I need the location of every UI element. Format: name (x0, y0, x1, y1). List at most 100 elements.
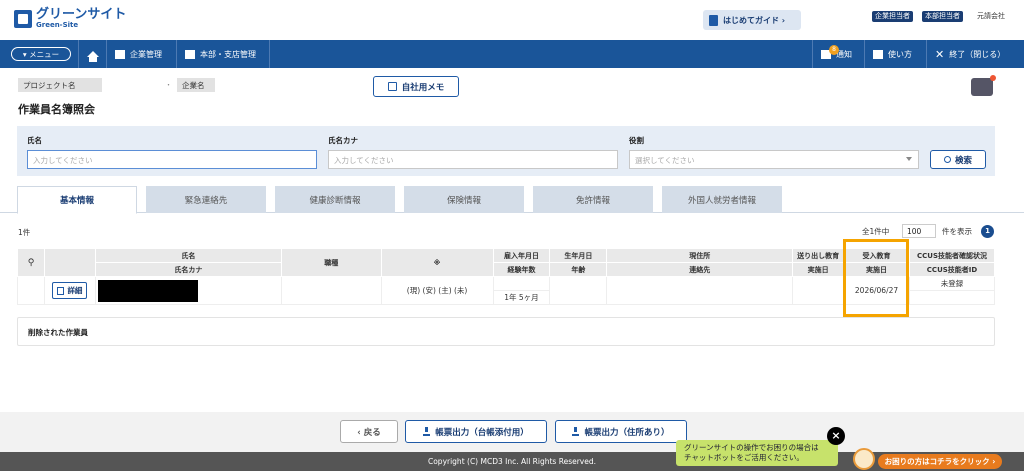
nav-branch-management[interactable]: 本部・支店管理 (176, 40, 270, 68)
name-input[interactable]: 入力してください (27, 150, 317, 169)
birthdate-cell (549, 276, 608, 305)
logo-text: グリーンサイト (36, 7, 127, 22)
tab-basic-info[interactable]: 基本情報 (17, 186, 137, 214)
column-header-kana: 氏名カナ (94, 262, 282, 277)
help-book-icon (873, 49, 883, 59)
nav-usage-label: 使い方 (888, 49, 912, 59)
nav-notifications[interactable]: 通知 (812, 40, 864, 68)
export-address-label: 帳票出力（住所あり） (584, 427, 670, 438)
tab-health-check[interactable]: 健康診断情報 (275, 186, 395, 213)
flags-cell: (現) (安) (主) (未) (380, 276, 494, 305)
ccus-status-cell: 未登録 (909, 276, 995, 291)
per-page-select[interactable]: 100 (902, 224, 936, 238)
occupation-cell (280, 276, 382, 305)
tab-license[interactable]: 免許情報 (533, 186, 653, 213)
logo[interactable]: グリーンサイト Green-Site (14, 8, 126, 29)
logo-mark-icon (14, 9, 32, 28)
address-cell (606, 276, 794, 305)
branch-icon (185, 49, 195, 59)
table-row: 詳細 (現) (安) (主) (未) 2026/06/27 未登録 (17, 276, 995, 305)
column-header-contact: 連絡先 (606, 262, 794, 277)
ccus-id-cell (909, 290, 995, 305)
nav-exit[interactable]: ✕ 終了（閉じる） (926, 40, 1024, 68)
help-button[interactable]: お困りの方はコチラをクリック › (878, 454, 1002, 469)
building-icon (115, 49, 125, 59)
column-header-name: 氏名 (94, 248, 282, 263)
row-detail-cell: 詳細 (43, 276, 96, 305)
download-icon (572, 427, 580, 436)
nav-usage[interactable]: 使い方 (864, 40, 926, 68)
row-select-cell (17, 276, 45, 305)
book-icon (709, 14, 718, 26)
page-number-button[interactable]: 1 (981, 225, 994, 238)
table-header-row: ⚲ 氏名 職種 ※ 雇入年月日 生年月日 現住所 送り出し教育 受入教育 CCU… (17, 248, 995, 277)
search-button[interactable]: 検索 (930, 150, 986, 169)
memo-label: 自社用メモ (401, 82, 445, 93)
download-icon (423, 427, 431, 436)
experience-cell: 1年 5ヶ月 (492, 290, 551, 305)
chatbot-line-2: チャットボットをご活用ください。 (684, 453, 804, 462)
column-header-birthdate: 生年月日 (549, 248, 608, 263)
separator: ・ (165, 81, 172, 89)
guide-label: はじめてガイド › (723, 15, 786, 25)
table-header-row-2: 氏名カナ 経験年数 年齢 連絡先 実施日 実施日 CCUS技能者ID (18, 262, 995, 277)
column-header-ccus-status: CCUS技能者確認状況 (909, 248, 995, 263)
project-name-label: プロジェクト名 (18, 78, 102, 92)
company-name-label: 企業名 (177, 78, 215, 92)
deleted-workers-section[interactable]: 削除された作業員 (17, 317, 995, 346)
export-ledger-label: 帳票出力（台帳添付用） (435, 427, 529, 438)
export-address-button[interactable]: 帳票出力（住所あり） (555, 420, 687, 443)
company-name[interactable]: 元請会社 (977, 11, 1005, 21)
home-icon (86, 51, 99, 62)
column-header-accept-date: 実施日 (843, 262, 911, 277)
accept-date-cell: 2026/06/27 (843, 276, 911, 305)
role-select[interactable]: 選択してください (629, 150, 919, 169)
nav-company-management[interactable]: 企業管理 (106, 40, 176, 68)
mascot-icon[interactable] (853, 448, 875, 470)
close-chatbot-button[interactable]: × (827, 427, 845, 445)
column-header-sendoff-date: 実施日 (792, 262, 845, 277)
nav-company-label: 企業管理 (130, 49, 162, 59)
edit-icon (387, 82, 397, 91)
detail-button[interactable]: 詳細 (52, 282, 88, 299)
chatbot-bubble[interactable]: グリーンサイトの操作でお困りの場合は チャットボットをご活用ください。 (676, 440, 838, 466)
search-icon (943, 156, 951, 163)
result-count: 1件 (18, 228, 31, 237)
role-badge-hq: 本部担当者 (922, 11, 963, 22)
per-page-suffix: 件を表示 (942, 227, 972, 236)
home-button[interactable] (78, 40, 106, 68)
guide-button[interactable]: はじめてガイド › (703, 10, 801, 30)
company-memo-button[interactable]: 自社用メモ (373, 76, 459, 97)
column-header-address: 現住所 (606, 248, 794, 263)
column-header-occupation: 職種 (280, 248, 382, 277)
search-button-label: 検索 (954, 155, 972, 166)
column-search-icon[interactable]: ⚲ (17, 248, 45, 277)
role-field-label: 役割 (629, 136, 644, 145)
total-summary: 全1件中 (862, 227, 890, 236)
close-x-icon: ✕ (935, 47, 945, 61)
tab-insurance[interactable]: 保険情報 (404, 186, 524, 213)
tab-foreign-worker[interactable]: 外国人就労者情報 (662, 186, 782, 213)
export-ledger-button[interactable]: 帳票出力（台帳添付用） (405, 420, 547, 443)
column-header-ccus-id: CCUS技能者ID (909, 262, 995, 277)
name-field-label: 氏名 (27, 136, 42, 145)
role-select-value: 選択してください (635, 156, 695, 165)
worker-table: ⚲ 氏名 職種 ※ 雇入年月日 生年月日 現住所 送り出し教育 受入教育 CCU… (17, 248, 995, 305)
document-icon (57, 286, 65, 295)
tab-emergency-contact[interactable]: 緊急連絡先 (146, 186, 266, 213)
chevron-down-icon (906, 157, 912, 161)
kana-input[interactable]: 入力してください (328, 150, 618, 169)
sendoff-date-cell (792, 276, 845, 305)
column-header-hire-date: 雇入年月日 (492, 248, 551, 263)
role-badge-company: 企業担当者 (872, 11, 913, 22)
back-button[interactable]: ‹ 戻る (340, 420, 398, 443)
kana-field-label: 氏名カナ (328, 136, 358, 145)
detail-button-label: 詳細 (67, 286, 83, 295)
column-header-age: 年齢 (549, 262, 608, 277)
chat-icon[interactable] (971, 75, 996, 96)
nav-exit-label: 終了（閉じる） (949, 49, 1006, 59)
redacted-name (97, 279, 198, 302)
menu-button[interactable]: ▾ メニュー (11, 47, 71, 61)
nav-bar: ▾ メニュー 企業管理 本部・支店管理 通知 使い方 ✕ 終了（閉じる） (0, 40, 1024, 68)
hire-date-cell (492, 276, 551, 291)
